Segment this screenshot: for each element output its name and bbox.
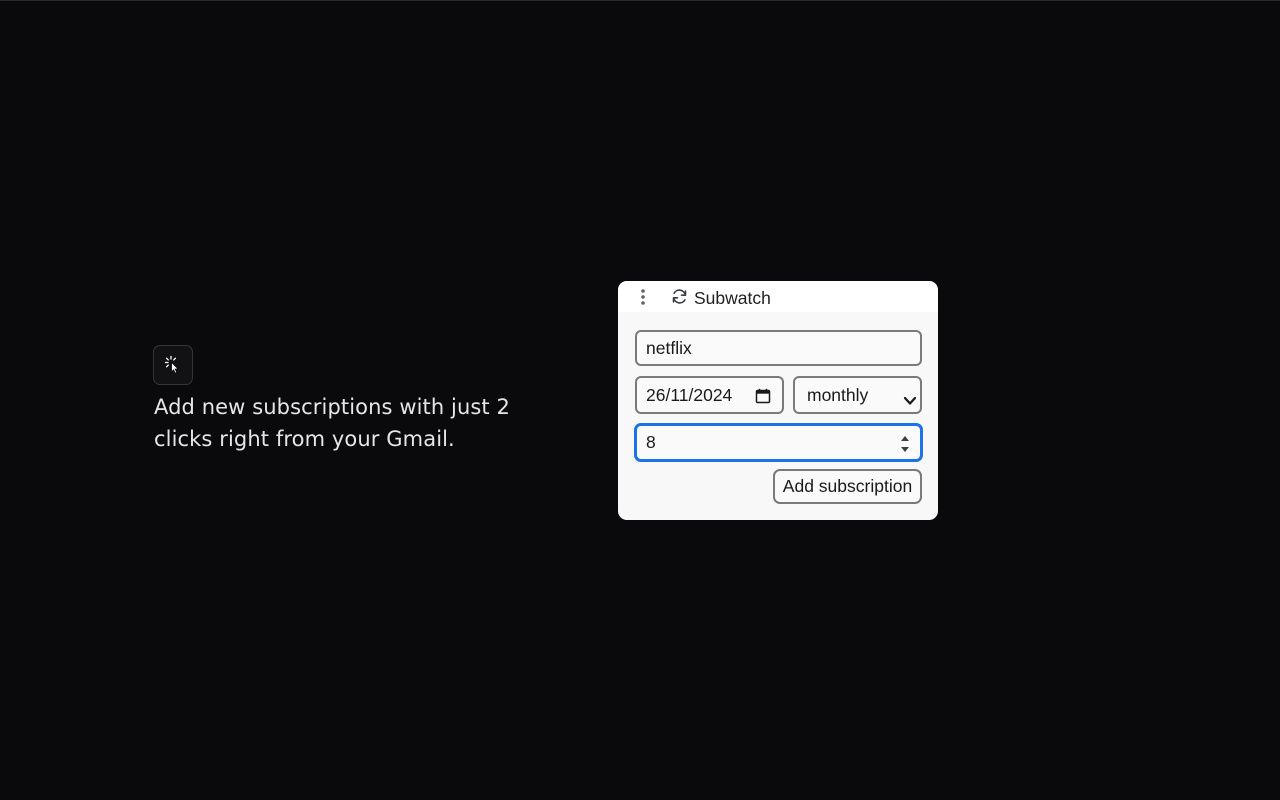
refresh-icon [670, 287, 689, 310]
chevron-down-icon [903, 390, 917, 411]
brand: Subwatch [670, 287, 771, 310]
amount-value: 8 [646, 432, 656, 452]
start-date-value: 26/11/2024 [646, 384, 733, 405]
subscription-name-value: netflix [646, 337, 692, 358]
feature-description: Add new subscriptions with just 2 clicks… [154, 395, 511, 451]
frequency-select[interactable]: monthly [793, 376, 922, 414]
subscription-name-input[interactable]: netflix [635, 330, 922, 366]
feature-block: Add new subscriptions with just 2 clicks… [153, 345, 573, 455]
brand-name: Subwatch [694, 288, 771, 308]
click-sparkle-icon [153, 345, 193, 385]
popup-header: Subwatch [618, 281, 938, 312]
add-subscription-button[interactable]: Add subscription [773, 469, 922, 504]
subwatch-popup: Subwatch netflix 26/11/2024 monthly 8 Ad… [618, 281, 938, 520]
start-date-input[interactable]: 26/11/2024 [635, 376, 784, 414]
kebab-menu-icon[interactable] [634, 288, 652, 306]
amount-input[interactable]: 8 [635, 424, 922, 461]
frequency-value: monthly [807, 384, 869, 405]
spinner-arrows-icon[interactable] [900, 434, 910, 454]
calendar-icon[interactable] [755, 388, 771, 409]
page: Add new subscriptions with just 2 clicks… [0, 0, 1280, 800]
